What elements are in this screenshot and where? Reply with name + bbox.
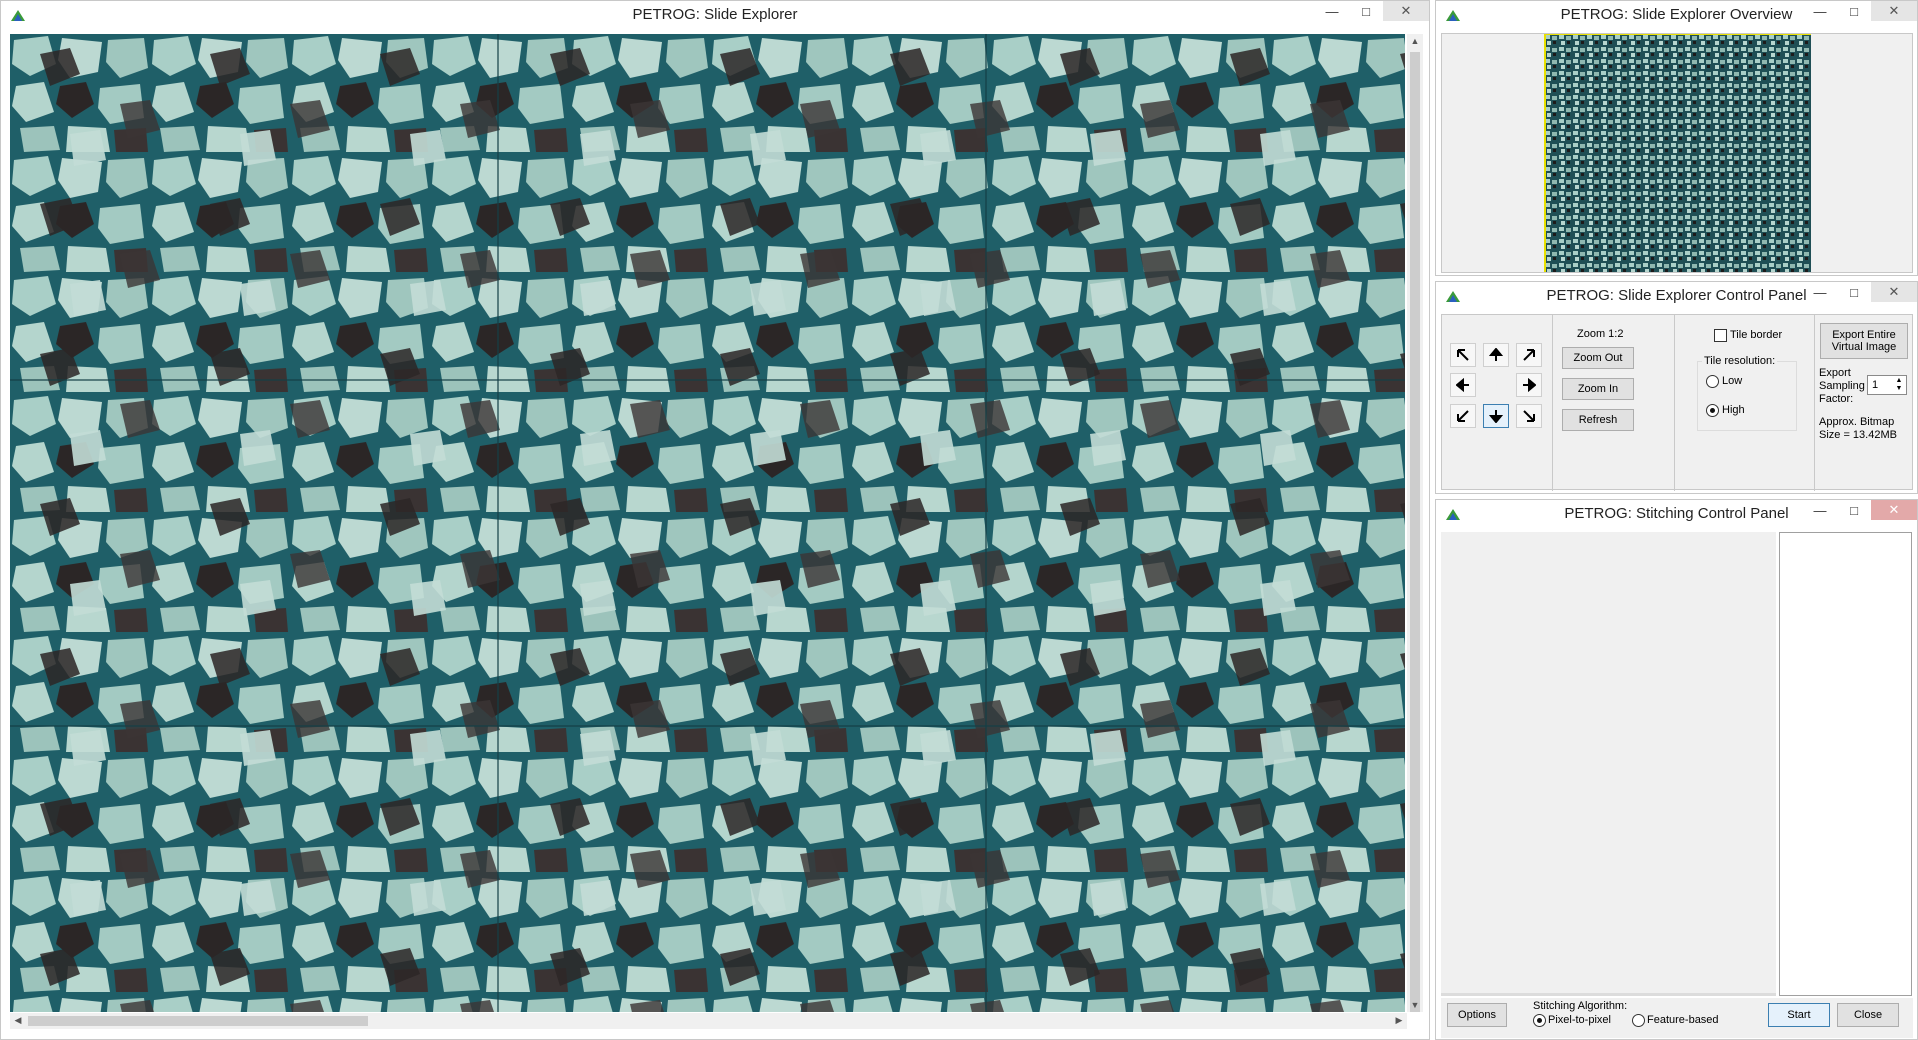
zoom-in-button[interactable]: Zoom In bbox=[1562, 378, 1634, 400]
close-icon: ✕ bbox=[1888, 502, 1900, 517]
divider bbox=[1814, 315, 1815, 491]
sampling-factor-value: 1 bbox=[1872, 379, 1879, 391]
start-button[interactable]: Start bbox=[1768, 1003, 1830, 1027]
thin-section-mosaic bbox=[10, 34, 1405, 1012]
zoom-level-label: Zoom 1:2 bbox=[1577, 328, 1624, 340]
arrow-up-right-icon bbox=[1523, 349, 1535, 361]
arrow-down-icon bbox=[1489, 410, 1503, 423]
maximize-button[interactable]: □ bbox=[1837, 1, 1871, 21]
bitmap-size-label: Approx. Bitmap Size = 13.42MB bbox=[1819, 416, 1897, 441]
pan-left-button[interactable] bbox=[1450, 373, 1476, 397]
control-panel-body: Zoom 1:2 Zoom Out Zoom In Refresh Tile b… bbox=[1441, 314, 1913, 491]
resolution-high-radio[interactable] bbox=[1706, 404, 1719, 417]
spin-up-button[interactable]: ▲ bbox=[1893, 377, 1905, 385]
zoom-out-button[interactable]: Zoom Out bbox=[1562, 347, 1634, 369]
close-button[interactable]: ✕ bbox=[1871, 1, 1917, 21]
algorithm-feature-radio[interactable] bbox=[1632, 1014, 1645, 1027]
stitching-log-pane[interactable] bbox=[1779, 532, 1912, 996]
slide-explorer-window: PETROG: Slide Explorer — □ ✕ ▲ ▼ ◀ ▶ bbox=[0, 0, 1430, 1040]
pan-up-button[interactable] bbox=[1483, 343, 1509, 367]
pan-right-button[interactable] bbox=[1516, 373, 1542, 397]
divider bbox=[1674, 315, 1675, 491]
maximize-button[interactable]: □ bbox=[1837, 500, 1871, 520]
close-icon: ✕ bbox=[1888, 3, 1900, 18]
stitching-footer: Options Stitching Algorithm: Pixel-to-pi… bbox=[1441, 998, 1913, 1038]
stitching-algorithm-label: Stitching Algorithm: bbox=[1533, 1000, 1628, 1012]
overview-thumbnail[interactable] bbox=[1544, 34, 1811, 272]
maximize-icon: □ bbox=[1850, 3, 1858, 19]
pan-up-left-button[interactable] bbox=[1450, 343, 1476, 367]
slide-explorer-titlebar[interactable]: PETROG: Slide Explorer — □ ✕ bbox=[1, 1, 1429, 29]
arrow-up-left-icon bbox=[1457, 349, 1469, 361]
close-icon: ✕ bbox=[1888, 284, 1900, 299]
pan-down-button[interactable] bbox=[1483, 404, 1509, 428]
vertical-scroll-thumb[interactable] bbox=[1410, 52, 1420, 1012]
arrow-down-right-icon bbox=[1523, 410, 1535, 422]
minimize-icon: — bbox=[1813, 502, 1827, 518]
close-icon: ✕ bbox=[1400, 3, 1412, 18]
arrow-left-icon bbox=[1456, 378, 1469, 392]
stitching-panel-window: PETROG: Stitching Control Panel — □ ✕ Op… bbox=[1435, 499, 1918, 1040]
minimize-button[interactable]: — bbox=[1803, 1, 1837, 21]
horizontal-scrollbar[interactable]: ◀ ▶ bbox=[10, 1013, 1407, 1029]
algorithm-pixel-radio[interactable] bbox=[1533, 1014, 1546, 1027]
minimize-icon: — bbox=[1813, 284, 1827, 300]
minimize-button[interactable]: — bbox=[1315, 1, 1349, 21]
export-entire-virtual-image-button[interactable]: Export Entire Virtual Image bbox=[1820, 323, 1908, 359]
resolution-low-label: Low bbox=[1722, 375, 1743, 387]
minimize-icon: — bbox=[1813, 3, 1827, 19]
tile-resolution-label: Tile resolution: bbox=[1702, 355, 1778, 367]
maximize-icon: □ bbox=[1850, 284, 1858, 300]
minimize-icon: — bbox=[1325, 3, 1339, 19]
close-button[interactable]: ✕ bbox=[1871, 282, 1917, 302]
tile-resolution-group bbox=[1697, 361, 1797, 431]
stitching-titlebar[interactable]: PETROG: Stitching Control Panel — □ ✕ bbox=[1436, 500, 1917, 528]
close-dialog-button[interactable]: Close bbox=[1837, 1003, 1899, 1027]
scroll-left-arrow[interactable]: ◀ bbox=[12, 1015, 24, 1026]
tile-border-label: Tile border bbox=[1730, 329, 1783, 341]
overview-window: PETROG: Slide Explorer Overview — □ ✕ bbox=[1435, 0, 1918, 276]
close-button[interactable]: ✕ bbox=[1383, 1, 1429, 21]
control-panel-window: PETROG: Slide Explorer Control Panel — □… bbox=[1435, 281, 1918, 494]
scroll-down-arrow[interactable]: ▼ bbox=[1407, 1000, 1423, 1010]
vertical-scrollbar[interactable]: ▲ ▼ bbox=[1407, 34, 1423, 1012]
maximize-icon: □ bbox=[1850, 502, 1858, 518]
tile-border-checkbox[interactable] bbox=[1714, 329, 1727, 342]
slide-image-view[interactable] bbox=[10, 34, 1405, 1012]
minimize-button[interactable]: — bbox=[1803, 282, 1837, 302]
close-button[interactable]: ✕ bbox=[1871, 500, 1917, 520]
options-button[interactable]: Options bbox=[1447, 1003, 1507, 1027]
maximize-button[interactable]: □ bbox=[1349, 1, 1383, 21]
maximize-button[interactable]: □ bbox=[1837, 282, 1871, 302]
stitching-left-pane bbox=[1441, 532, 1776, 996]
overview-titlebar[interactable]: PETROG: Slide Explorer Overview — □ ✕ bbox=[1436, 1, 1917, 29]
minimize-button[interactable]: — bbox=[1803, 500, 1837, 520]
pan-up-right-button[interactable] bbox=[1516, 343, 1542, 367]
spin-down-button[interactable]: ▼ bbox=[1893, 385, 1905, 393]
horizontal-scroll-thumb[interactable] bbox=[28, 1016, 368, 1026]
overview-canvas bbox=[1441, 33, 1913, 273]
control-panel-titlebar[interactable]: PETROG: Slide Explorer Control Panel — □… bbox=[1436, 282, 1917, 310]
window-title: PETROG: Slide Explorer bbox=[632, 6, 798, 23]
divider bbox=[1552, 315, 1553, 491]
algorithm-feature-label: Feature-based bbox=[1647, 1014, 1719, 1026]
scroll-right-arrow[interactable]: ▶ bbox=[1393, 1015, 1405, 1026]
maximize-icon: □ bbox=[1362, 3, 1370, 19]
arrow-up-icon bbox=[1489, 348, 1503, 361]
resolution-low-radio[interactable] bbox=[1706, 375, 1719, 388]
scroll-up-arrow[interactable]: ▲ bbox=[1407, 36, 1423, 46]
arrow-right-icon bbox=[1523, 378, 1536, 392]
algorithm-pixel-label: Pixel-to-pixel bbox=[1548, 1014, 1611, 1026]
refresh-button[interactable]: Refresh bbox=[1562, 409, 1634, 431]
resolution-high-label: High bbox=[1722, 404, 1745, 416]
arrow-down-left-icon bbox=[1457, 410, 1469, 422]
export-sampling-label: Export Sampling Factor: bbox=[1819, 367, 1865, 405]
pan-down-left-button[interactable] bbox=[1450, 404, 1476, 428]
sampling-factor-spinner[interactable]: 1 ▲ ▼ bbox=[1867, 375, 1907, 395]
pan-down-right-button[interactable] bbox=[1516, 404, 1542, 428]
